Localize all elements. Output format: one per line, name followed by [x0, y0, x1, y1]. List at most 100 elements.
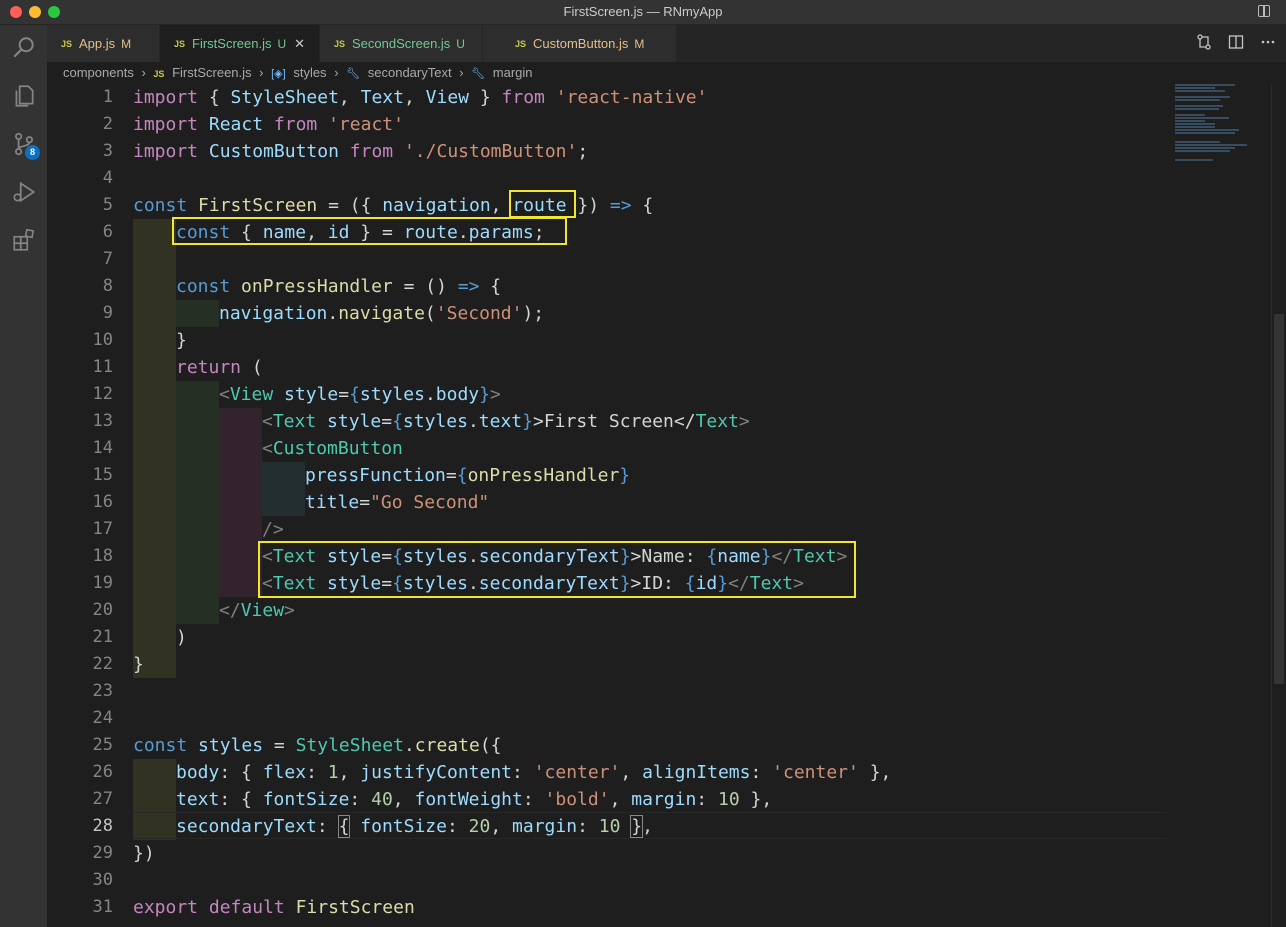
code-line-27[interactable]: text: { fontSize: 40, fontWeight: 'bold'…	[176, 786, 772, 813]
code-line-31[interactable]: export default FirstScreen	[133, 894, 415, 921]
breadcrumb: components › JS FirstScreen.js › [◈] sty…	[47, 62, 1286, 84]
more-actions-icon[interactable]	[1260, 34, 1276, 50]
indent-guide	[176, 381, 219, 624]
js-file-icon: JS	[61, 38, 73, 49]
breadcrumb-item[interactable]: components	[63, 65, 134, 80]
line-number: 24	[92, 708, 113, 728]
line-number: 13	[92, 411, 113, 431]
code-line-2[interactable]: import React from 'react'	[133, 111, 404, 138]
chevron-right-icon: ›	[141, 65, 146, 80]
line-number: 22	[92, 654, 113, 674]
breadcrumb-item[interactable]: secondaryText	[368, 65, 452, 80]
line-number: 1	[102, 87, 113, 107]
code-line-25[interactable]: const styles = StyleSheet.create({	[133, 732, 502, 759]
activity-extensions[interactable]	[0, 217, 47, 263]
js-file-icon: JS	[153, 69, 165, 79]
line-number: 29	[92, 843, 113, 863]
breadcrumb-item[interactable]: styles	[293, 65, 326, 80]
code-line-20[interactable]: </View>	[219, 597, 295, 624]
line-number: 10	[92, 330, 113, 350]
highlight-box-route	[509, 190, 576, 218]
scrollbar-thumb[interactable]	[1274, 314, 1284, 684]
code-line-21[interactable]: )	[176, 624, 187, 651]
tab-status: M	[634, 36, 645, 51]
split-editor-icon[interactable]	[1228, 34, 1244, 50]
activity-search[interactable]	[0, 25, 47, 71]
line-number: 17	[92, 519, 113, 539]
tab-custombutton-js[interactable]: JS CustomButton.js M	[483, 25, 677, 62]
tab-status: M	[121, 36, 132, 51]
line-number: 23	[92, 681, 113, 701]
code-line-22[interactable]: }	[133, 651, 144, 678]
line-number: 26	[92, 762, 113, 782]
line-number: 8	[102, 276, 113, 296]
line-number: 28	[92, 816, 113, 836]
property-symbol-icon: 🔧︎	[471, 68, 486, 80]
layout-toggle-icon[interactable]	[1258, 5, 1270, 17]
highlight-box-params	[172, 217, 567, 245]
indent-guide	[176, 300, 219, 327]
indent-guide	[219, 408, 262, 597]
activity-run-debug[interactable]	[0, 169, 47, 215]
js-file-icon: JS	[174, 38, 186, 49]
code-line-10[interactable]: }	[176, 327, 187, 354]
code-line-17[interactable]: />	[262, 516, 284, 543]
line-number: 16	[92, 492, 113, 512]
indent-guide	[133, 246, 176, 678]
tab-actions	[1196, 34, 1276, 50]
line-number: 21	[92, 627, 113, 647]
code-line-1[interactable]: import { StyleSheet, Text, View } from '…	[133, 84, 707, 111]
line-number: 31	[92, 897, 113, 917]
vertical-scrollbar[interactable]	[1271, 84, 1286, 927]
title-bar: FirstScreen.js — RNmyApp	[0, 0, 1286, 25]
chevron-right-icon: ›	[259, 65, 264, 80]
breadcrumb-item[interactable]: FirstScreen.js	[172, 65, 251, 80]
activity-source-control[interactable]: 8	[0, 121, 47, 167]
code-line-13[interactable]: <Text style={styles.text}>First Screen</…	[262, 408, 750, 435]
tab-label: CustomButton.js	[533, 36, 629, 51]
activity-bar: 8	[0, 25, 47, 927]
line-number: 19	[92, 573, 113, 593]
js-file-icon: JS	[515, 38, 527, 49]
breadcrumb-item[interactable]: margin	[493, 65, 533, 80]
code-line-3[interactable]: import CustomButton from './CustomButton…	[133, 138, 588, 165]
close-icon[interactable]: ✕	[294, 36, 305, 52]
line-number: 12	[92, 384, 113, 404]
code-line-15[interactable]: pressFunction={onPressHandler}	[305, 462, 630, 489]
tab-firstscreen-js[interactable]: JS FirstScreen.js U ✕	[160, 25, 320, 62]
line-number: 9	[102, 303, 113, 323]
code-line-8[interactable]: const onPressHandler = () => {	[176, 273, 501, 300]
tab-status: U	[456, 36, 465, 51]
property-symbol-icon: 🔧︎	[346, 68, 361, 80]
code-line-14[interactable]: <CustomButton	[262, 435, 403, 462]
line-number: 6	[102, 222, 113, 242]
tab-app-js[interactable]: JS App.js M	[47, 25, 160, 62]
code-line-26[interactable]: body: { flex: 1, justifyContent: 'center…	[176, 759, 891, 786]
editor-tabs: JS App.js M JS FirstScreen.js U ✕ JS Sec…	[47, 25, 1286, 62]
code-editor[interactable]: 1 2 3 4 5 6 7 8 9 10 11 12 13 14 15 16 17 18 19 20 21 22 23 24 2…	[47, 84, 1167, 927]
line-number: 7	[102, 249, 113, 269]
tab-status: U	[277, 36, 287, 51]
code-line-11[interactable]: return (	[176, 354, 263, 381]
indent-guide	[262, 462, 305, 516]
code-line-29[interactable]: })	[133, 840, 155, 867]
explorer-icon	[15, 85, 34, 107]
js-file-icon: JS	[334, 38, 346, 49]
open-changes-icon[interactable]	[1196, 34, 1212, 50]
window-title: FirstScreen.js — RNmyApp	[563, 4, 723, 19]
code-line-9[interactable]: navigation.navigate('Second');	[219, 300, 544, 327]
tab-label: SecondScreen.js	[352, 36, 451, 51]
code-line-16[interactable]: title="Go Second"	[305, 489, 489, 516]
activity-explorer[interactable]	[0, 73, 47, 119]
tab-secondscreen-js[interactable]: JS SecondScreen.js U	[320, 25, 483, 62]
indent-guide	[133, 219, 176, 246]
code-line-28[interactable]: secondaryText: { fontSize: 20, margin: 1…	[176, 813, 653, 840]
line-number: 14	[92, 438, 113, 458]
code-line-12[interactable]: <View style={styles.body}>	[219, 381, 501, 408]
search-icon	[12, 37, 34, 58]
line-number: 18	[92, 546, 113, 566]
line-number: 3	[102, 141, 113, 161]
highlight-box-text-lines	[258, 541, 856, 598]
tab-label: App.js	[79, 36, 116, 51]
minimap[interactable]	[1167, 84, 1272, 927]
